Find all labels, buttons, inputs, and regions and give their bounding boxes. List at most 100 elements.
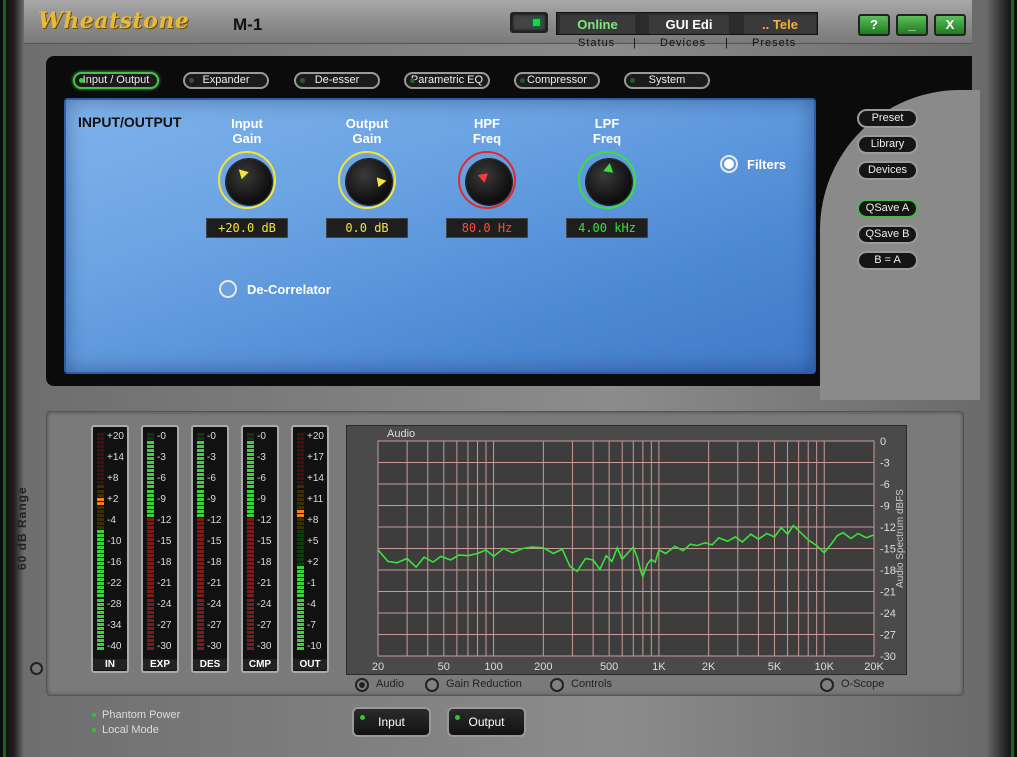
status-label-presets: Presets [752,37,797,49]
meter-segment [297,509,304,513]
meter-segment [197,630,204,634]
page-title: INPUT/OUTPUT [78,114,182,130]
meter-segment [247,646,254,650]
meter-segment [147,505,154,509]
preset-button[interactable]: Preset [857,109,918,128]
meter-segment [147,566,154,570]
b-equals-a-button[interactable]: B = A [857,251,918,270]
meter-segment [297,501,304,505]
meter-segment [247,461,254,465]
meter-segment [297,521,304,525]
meter-segment [197,501,204,505]
view-option-radio[interactable] [355,678,369,692]
tab-parametric-eq[interactable]: Parametric EQ [404,72,490,89]
knob-label-line1: HPF [474,116,500,131]
meter-segment [147,525,154,529]
input-gain-knob[interactable] [218,151,276,209]
meter-segment [297,437,304,441]
meter-segment [247,513,254,517]
tab-de-esser[interactable]: De-esser [294,72,380,89]
output-button[interactable]: Output [447,707,526,737]
view-option-radio[interactable] [425,678,439,692]
input-gain-readout[interactable]: +20.0 dB [206,218,288,238]
minimize-button[interactable]: _ [896,14,928,36]
status-label-devices: Devices [660,37,707,49]
meter-segment [147,646,154,650]
close-button[interactable]: X [934,14,966,36]
status-presets[interactable]: .. Tele [744,15,816,34]
lpf-freq-knob[interactable] [578,151,636,209]
tab-system[interactable]: System [624,72,710,89]
meter-segment [197,598,204,602]
tab-input-output[interactable]: Input / Output [73,72,159,89]
library-button[interactable]: Library [857,135,918,154]
status-devices[interactable]: GUI Edi [649,15,729,34]
hpf-freq-readout[interactable]: 80.0 Hz [446,218,528,238]
meter-segment [247,489,254,493]
meter-segment [247,517,254,521]
meter-tick-label: +8 [307,515,319,526]
meter-tick-label: -27 [207,620,222,631]
meter-segment [297,461,304,465]
meter-tick-label: -28 [107,599,122,610]
meter-segment [247,529,254,533]
status-online[interactable]: Online [560,15,635,34]
meter-segment [197,562,204,566]
devices-button[interactable]: Devices [857,161,918,180]
help-button[interactable]: ? [858,14,890,36]
meter-scale: +20 +14 +8 +2 -4 -10 -16 -22 -28 -34 -40 [107,431,131,652]
hpf-freq-knob[interactable] [458,151,516,209]
meter-segment [97,614,104,618]
meter-segment [147,638,154,642]
meter-segment [297,525,304,529]
x-tick-label: 1K [652,661,666,673]
qsave-a-button[interactable]: QSave A [857,199,918,218]
meter-tick-label: -15 [207,536,222,547]
meter-tick-label: -21 [207,578,222,589]
y-tick-label: -12 [880,522,896,534]
view-option-label: Audio [376,678,405,690]
tab-expander[interactable]: Expander [183,72,269,89]
meter-segment [147,618,154,622]
knob-label-line1: Output [345,116,389,131]
title-bar: Wheatstone M-1 Online GUI Edi .. Tele St… [24,0,972,49]
view-option-radio[interactable] [820,678,834,692]
meter-segment [147,614,154,618]
meter-segment [147,493,154,497]
tab-compressor[interactable]: Compressor [514,72,600,89]
meter-tick-label: -10 [107,536,122,547]
meter-segment [297,586,304,590]
output-gain-readout[interactable]: 0.0 dB [326,218,408,238]
x-tick-label: 10K [814,661,834,673]
meter-segment [247,449,254,453]
meter-segment [147,558,154,562]
meter-segment [297,533,304,537]
meter-tick-label: -6 [257,473,266,484]
meter-segment [97,646,104,650]
de-correlator-radio[interactable] [219,280,237,298]
qsave-b-button[interactable]: QSave B [857,225,918,244]
meter-segment [197,634,204,638]
filters-radio[interactable] [720,155,738,173]
knob-label-line2: Gain [352,131,382,146]
meter-segment [97,542,104,545]
chart-title: Audio [387,428,415,440]
meter-segment [147,445,154,449]
spectrum-chart: 20 50 100 200 500 1K 2K 5K 10K 20K0-3-6-9-12-15-1… [372,428,906,673]
power-toggle-button[interactable] [510,12,548,33]
input-button[interactable]: Input [352,707,431,737]
meter-segment [297,433,304,436]
range-radio[interactable] [30,662,43,675]
lpf-freq-readout[interactable]: 4.00 kHz [566,218,648,238]
meter-bar [147,433,154,651]
knob-label-line2: Freq [472,131,502,146]
view-option-radio[interactable] [550,678,564,692]
output-gain-knob[interactable] [338,151,396,209]
meter-segment [247,590,254,594]
meter-segment [297,489,304,493]
meter-tick-label: -0 [257,431,266,442]
meter-tick-label: -30 [257,641,272,652]
meter-segment [247,505,254,509]
status-sep-1: | [633,37,637,49]
meter-name: OUT [293,659,327,670]
